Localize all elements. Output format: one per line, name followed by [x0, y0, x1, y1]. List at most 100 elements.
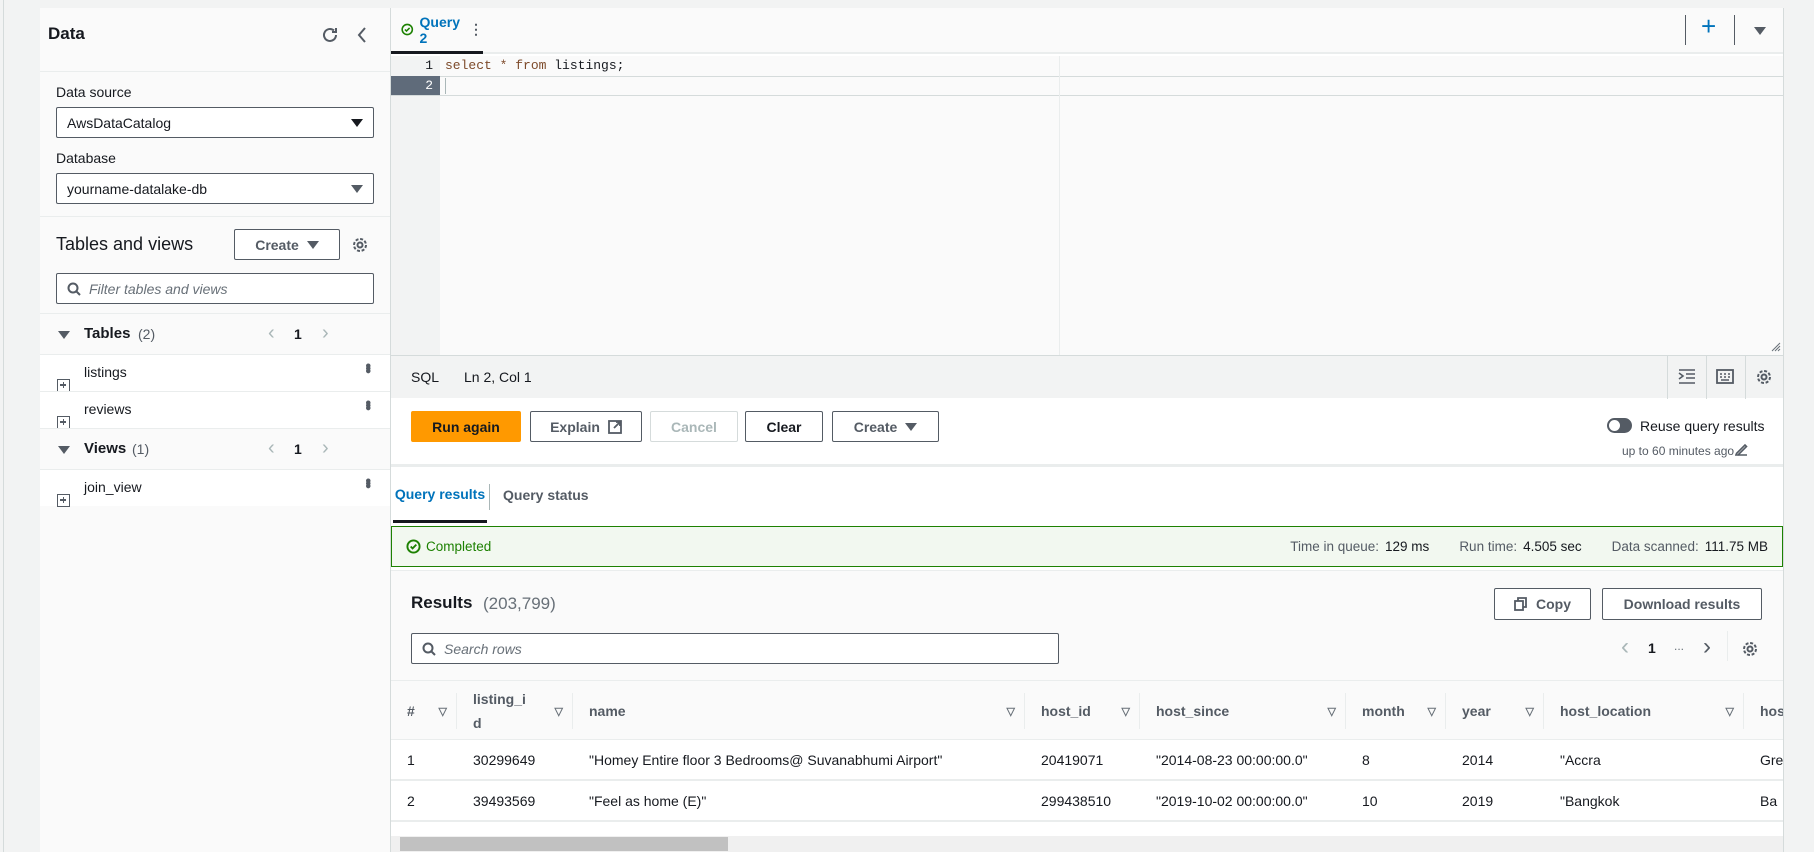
- more-actions-icon[interactable]: •••: [358, 400, 376, 408]
- keyboard-icon[interactable]: [1716, 369, 1734, 385]
- database-select[interactable]: yourname-datalake-db: [56, 173, 374, 204]
- sort-icon[interactable]: ▽: [1428, 705, 1436, 718]
- results-title: Results: [411, 593, 473, 612]
- next-page-icon[interactable]: ›: [1703, 633, 1711, 661]
- data-source-value: AwsDataCatalog: [67, 114, 172, 131]
- data-source-select[interactable]: AwsDataCatalog: [56, 107, 374, 138]
- next-page-icon[interactable]: ›: [322, 437, 329, 460]
- table-row[interactable]: 2 39493569 "Feel as home (E)" 299438510 "201…: [391, 781, 1783, 822]
- view-item-join-view[interactable]: join_view •••: [40, 469, 390, 507]
- format-indent-icon[interactable]: [1678, 369, 1696, 385]
- tab-query-status[interactable]: Query status: [503, 467, 589, 523]
- sort-icon[interactable]: ▽: [1328, 705, 1336, 718]
- col-year-header[interactable]: year ▽: [1446, 681, 1544, 741]
- col-host-location-header[interactable]: host_location ▽: [1544, 681, 1744, 741]
- editor-settings-icon[interactable]: [1755, 368, 1773, 386]
- sort-icon[interactable]: ▽: [1526, 705, 1534, 718]
- table-item-reviews[interactable]: reviews •••: [40, 391, 390, 429]
- table-item-listings[interactable]: listings •••: [40, 354, 390, 392]
- text-cursor: [445, 78, 446, 94]
- page-edge: [3, 0, 4, 852]
- tab-query-2[interactable]: Query 2 ⋮: [391, 8, 483, 54]
- refresh-icon[interactable]: [321, 26, 339, 44]
- database-value: yourname-datalake-db: [67, 180, 208, 197]
- line-number: 1: [425, 58, 433, 73]
- download-results-button[interactable]: Download results: [1602, 588, 1762, 620]
- caret-down-icon: [905, 422, 918, 431]
- new-query-plus-icon[interactable]: +: [1701, 11, 1716, 42]
- create-button[interactable]: Create: [832, 411, 939, 442]
- col-name-header[interactable]: name ▽: [573, 681, 1025, 741]
- more-actions-icon[interactable]: •••: [358, 363, 376, 371]
- col-index-header[interactable]: # ▽: [391, 681, 457, 741]
- col-listing-id-cell: 30299649: [473, 752, 536, 768]
- panel-title: Data: [48, 24, 85, 43]
- col-host-more-header[interactable]: hos: [1744, 681, 1783, 741]
- tab-query-results[interactable]: Query results: [393, 467, 487, 523]
- scrollbar-thumb[interactable]: [400, 837, 728, 851]
- external-link-icon: [607, 419, 622, 434]
- views-count: (1): [132, 441, 150, 457]
- col-host-since-header[interactable]: host_since ▽: [1140, 681, 1346, 741]
- table-name[interactable]: reviews: [84, 401, 131, 417]
- col-host-id-header[interactable]: host_id ▽: [1025, 681, 1140, 741]
- tabs-menu-caret-icon[interactable]: [1754, 27, 1766, 35]
- expand-plus-icon[interactable]: [57, 415, 70, 429]
- tables-page[interactable]: 1: [294, 326, 302, 342]
- settings-gear-icon[interactable]: [351, 236, 369, 254]
- language-label: SQL: [411, 369, 440, 385]
- table-row[interactable]: 1 30299649 "Homey Entire floor 3 Bedrooms@…: [391, 740, 1783, 781]
- table-preferences-icon[interactable]: [1741, 640, 1759, 658]
- table-row[interactable]: 3: [391, 822, 1783, 836]
- collapse-panel-icon[interactable]: [356, 26, 368, 44]
- resize-handle-icon[interactable]: [1771, 342, 1781, 352]
- col-month-header[interactable]: month ▽: [1346, 681, 1446, 741]
- sql-editor[interactable]: 1 2 select * from listings;: [391, 56, 1783, 355]
- expand-plus-icon[interactable]: [57, 493, 70, 507]
- results-header: Results (203,799) Copy Download results …: [391, 570, 1783, 680]
- create-table-button[interactable]: Create: [234, 229, 340, 260]
- edit-pencil-icon[interactable]: [1734, 442, 1748, 456]
- explain-label: Explain: [550, 418, 600, 435]
- search-rows-input[interactable]: Search rows: [411, 633, 1059, 664]
- sort-icon[interactable]: ▽: [1122, 705, 1130, 718]
- expand-plus-icon[interactable]: [57, 378, 70, 392]
- table-name[interactable]: listings: [84, 364, 127, 380]
- prev-page-icon[interactable]: ‹: [268, 437, 275, 460]
- success-check-icon: [401, 23, 414, 36]
- copy-button[interactable]: Copy: [1494, 588, 1591, 620]
- search-icon: [422, 642, 436, 656]
- copy-label: Copy: [1536, 596, 1571, 612]
- prev-page-icon[interactable]: ‹: [1621, 633, 1629, 661]
- sort-icon[interactable]: ▽: [1007, 705, 1015, 718]
- sort-icon[interactable]: ▽: [555, 705, 563, 718]
- views-section-header[interactable]: Views (1) ‹ 1 ›: [40, 428, 390, 469]
- sort-icon[interactable]: ▽: [439, 705, 447, 718]
- cancel-button[interactable]: Cancel: [650, 411, 738, 442]
- explain-button[interactable]: Explain: [530, 411, 642, 442]
- col-host-since-cell: "2014-08-23 00:00:00.0": [1156, 752, 1308, 768]
- query-status-banner: Completed Time in queue: 129 ms Run time:…: [391, 526, 1783, 567]
- more-actions-icon[interactable]: •••: [358, 478, 376, 486]
- caret-down-icon: [351, 184, 363, 193]
- column-label: hos: [1760, 703, 1783, 719]
- column-label: #: [407, 703, 415, 719]
- filter-tables-input[interactable]: Filter tables and views: [56, 273, 374, 304]
- col-host-more-cell: Gre: [1760, 752, 1783, 768]
- reuse-results-toggle[interactable]: [1607, 418, 1632, 433]
- status-text: Completed: [426, 539, 492, 554]
- clear-button[interactable]: Clear: [745, 411, 823, 442]
- next-page-icon[interactable]: ›: [322, 322, 329, 345]
- sort-icon[interactable]: ▽: [1726, 705, 1734, 718]
- current-page[interactable]: 1: [1648, 640, 1656, 656]
- views-page[interactable]: 1: [294, 441, 302, 457]
- prev-page-icon[interactable]: ‹: [268, 322, 275, 345]
- col-listing-id-header[interactable]: listing_i d ▽: [457, 681, 573, 741]
- run-again-button[interactable]: Run again: [411, 411, 521, 442]
- tables-section-header[interactable]: Tables (2) ‹ 1 ›: [40, 313, 390, 354]
- filter-placeholder: Filter tables and views: [89, 280, 228, 297]
- tab-menu-icon[interactable]: ⋮: [469, 21, 483, 38]
- horizontal-scrollbar[interactable]: [391, 836, 1783, 852]
- code-line-1: select * from listings;: [445, 58, 625, 73]
- view-name[interactable]: join_view: [84, 479, 142, 495]
